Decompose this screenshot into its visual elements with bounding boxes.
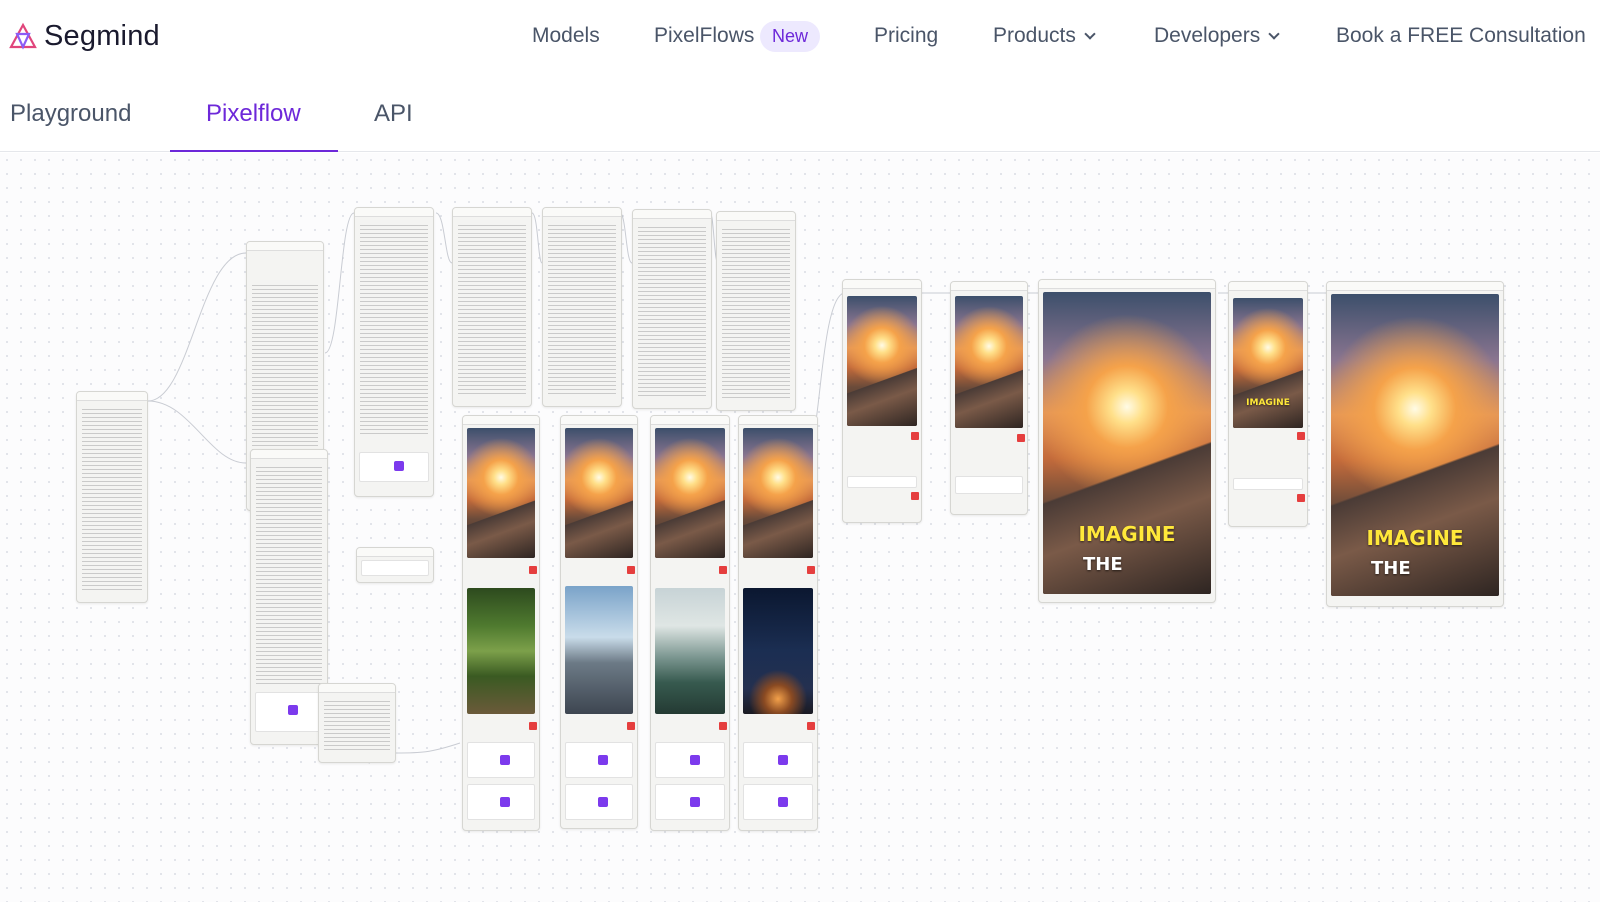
llm-node[interactable] xyxy=(452,207,532,407)
upload-icon xyxy=(690,755,700,765)
delete-icon[interactable] xyxy=(807,566,815,574)
delete-icon[interactable] xyxy=(1297,432,1305,440)
caption-the: THE xyxy=(1371,558,1411,579)
chevron-down-icon xyxy=(1084,28,1096,40)
nav-developers-label: Developers xyxy=(1154,24,1261,47)
text-to-speech-node[interactable] xyxy=(318,683,396,763)
caption-imagine: IMAGINE xyxy=(1078,522,1176,546)
page-tabs: Playground Pixelflow API xyxy=(0,86,1600,152)
upload-icon xyxy=(598,755,608,765)
llm-node[interactable] xyxy=(632,209,712,409)
delete-icon[interactable] xyxy=(627,722,635,730)
nav-consultation[interactable]: Book a FREE Consultation xyxy=(1336,24,1586,48)
delete-icon[interactable] xyxy=(627,566,635,574)
video-captions-node[interactable] xyxy=(950,281,1028,515)
video-audio-merge-node[interactable]: IMAGINE xyxy=(1228,281,1308,527)
nav-pixelflows[interactable]: PixelFlows xyxy=(654,24,754,48)
new-badge: New xyxy=(760,21,821,52)
text-input-node[interactable] xyxy=(76,391,148,603)
tab-pixelflow[interactable]: Pixelflow xyxy=(206,100,301,128)
output-video-node[interactable]: IMAGINE THE xyxy=(1326,281,1504,607)
chevron-down-icon xyxy=(1268,28,1280,40)
caption-imagine: IMAGINE xyxy=(1366,526,1464,550)
upload-icon xyxy=(690,797,700,807)
active-tab-indicator xyxy=(170,150,338,152)
llm-node[interactable] xyxy=(716,211,796,411)
upload-icon xyxy=(288,705,298,715)
nav-developers[interactable]: Developers xyxy=(1154,24,1280,48)
delete-icon[interactable] xyxy=(911,432,919,440)
delete-icon[interactable] xyxy=(911,492,919,500)
video-column-node[interactable] xyxy=(738,415,818,831)
nav-pricing[interactable]: Pricing xyxy=(874,24,938,48)
nav-models[interactable]: Models xyxy=(532,24,600,48)
delete-icon[interactable] xyxy=(529,722,537,730)
llm-node[interactable] xyxy=(354,207,434,497)
upload-icon xyxy=(500,797,510,807)
llm-node[interactable] xyxy=(250,449,328,745)
video-audio-merge-node[interactable] xyxy=(842,279,922,523)
output-video-node[interactable]: IMAGINE THE xyxy=(1038,279,1216,603)
workflow-canvas[interactable]: IMAGINE THE IMAGINE IMAGINE THE xyxy=(0,153,1600,902)
delete-icon[interactable] xyxy=(807,722,815,730)
upload-icon xyxy=(778,797,788,807)
caption-the: THE xyxy=(1083,554,1123,575)
llm-node[interactable] xyxy=(542,207,622,407)
upload-icon xyxy=(778,755,788,765)
delete-icon[interactable] xyxy=(719,722,727,730)
tab-playground[interactable]: Playground xyxy=(10,100,131,128)
upload-icon xyxy=(598,797,608,807)
nav-products[interactable]: Products xyxy=(993,24,1096,48)
tab-api[interactable]: API xyxy=(374,100,413,128)
delete-icon[interactable] xyxy=(719,566,727,574)
video-column-node[interactable] xyxy=(560,415,638,829)
video-column-node[interactable] xyxy=(650,415,730,831)
delete-icon[interactable] xyxy=(529,566,537,574)
top-navbar: Segmind Models PixelFlows New Pricing Pr… xyxy=(0,0,1600,76)
delete-icon[interactable] xyxy=(1017,434,1025,442)
caption-imagine: IMAGINE xyxy=(1246,398,1290,408)
video-column-node[interactable] xyxy=(462,415,540,831)
delete-icon[interactable] xyxy=(1297,494,1305,502)
upload-icon xyxy=(500,755,510,765)
upload-icon xyxy=(394,461,404,471)
audio-node[interactable] xyxy=(356,547,434,583)
nav-products-label: Products xyxy=(993,24,1076,47)
